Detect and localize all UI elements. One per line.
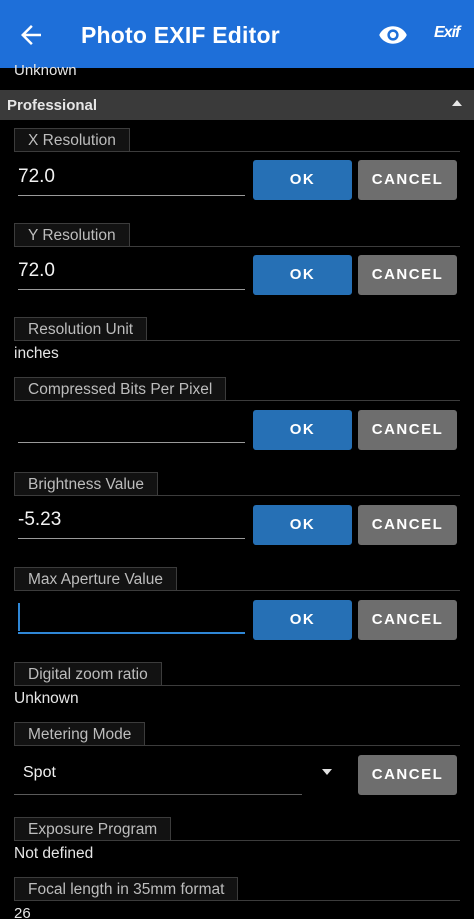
compressed-bits-cancel-button[interactable]: CANCEL xyxy=(358,410,457,450)
divider xyxy=(14,340,460,341)
arrow-left-icon[interactable] xyxy=(16,20,46,50)
metering-mode-select[interactable]: Spot xyxy=(14,755,332,795)
metering-mode-selected: Spot xyxy=(23,764,56,781)
metering-mode-label: Metering Mode xyxy=(14,722,146,746)
section-header-professional[interactable]: Professional xyxy=(0,90,474,120)
exposure-program-value[interactable]: Not defined xyxy=(14,845,93,863)
chevron-up-icon xyxy=(452,100,462,106)
compressed-bits-label: Compressed Bits Per Pixel xyxy=(14,377,227,401)
x-resolution-input[interactable]: 72.0 xyxy=(18,160,245,196)
brightness-cancel-button[interactable]: CANCEL xyxy=(358,505,457,545)
focal-length-35mm-value[interactable]: 26 xyxy=(14,905,31,919)
divider xyxy=(14,495,460,496)
eye-icon[interactable] xyxy=(378,22,408,48)
x-resolution-ok-button[interactable]: OK xyxy=(253,160,352,200)
y-resolution-input[interactable]: 72.0 xyxy=(18,254,245,290)
app-title: Photo EXIF Editor xyxy=(81,22,280,48)
compressed-bits-ok-button[interactable]: OK xyxy=(253,410,352,450)
focal-length-35mm-label: Focal length in 35mm format xyxy=(14,877,239,901)
previous-field-value: Unknown xyxy=(14,62,77,79)
divider xyxy=(14,685,460,686)
max-aperture-ok-button[interactable]: OK xyxy=(253,600,352,640)
brightness-label: Brightness Value xyxy=(14,472,159,496)
app-bar: Photo EXIF Editor Exif xyxy=(0,0,474,68)
divider xyxy=(14,840,460,841)
divider xyxy=(14,900,460,901)
digital-zoom-label: Digital zoom ratio xyxy=(14,662,162,686)
max-aperture-input[interactable] xyxy=(18,598,245,634)
digital-zoom-value[interactable]: Unknown xyxy=(14,690,79,708)
divider xyxy=(14,151,460,152)
section-label: Professional xyxy=(7,97,98,114)
x-resolution-cancel-button[interactable]: CANCEL xyxy=(358,160,457,200)
y-resolution-label: Y Resolution xyxy=(14,223,130,247)
text-cursor xyxy=(18,603,20,631)
exif-icon[interactable]: Exif xyxy=(434,24,460,42)
max-aperture-cancel-button[interactable]: CANCEL xyxy=(358,600,457,640)
y-resolution-ok-button[interactable]: OK xyxy=(253,255,352,295)
x-resolution-label: X Resolution xyxy=(14,128,130,152)
brightness-ok-button[interactable]: OK xyxy=(253,505,352,545)
exposure-program-label: Exposure Program xyxy=(14,817,172,841)
max-aperture-label: Max Aperture Value xyxy=(14,567,177,591)
resolution-unit-value[interactable]: inches xyxy=(14,345,59,363)
divider xyxy=(14,745,460,746)
compressed-bits-input[interactable] xyxy=(18,407,245,443)
metering-mode-cancel-button[interactable]: CANCEL xyxy=(358,755,457,795)
divider xyxy=(14,400,460,401)
divider xyxy=(14,246,460,247)
brightness-input[interactable]: -5.23 xyxy=(18,503,245,539)
divider xyxy=(14,590,460,591)
y-resolution-cancel-button[interactable]: CANCEL xyxy=(358,255,457,295)
dropdown-arrow-icon[interactable] xyxy=(322,769,332,775)
resolution-unit-label: Resolution Unit xyxy=(14,317,148,341)
